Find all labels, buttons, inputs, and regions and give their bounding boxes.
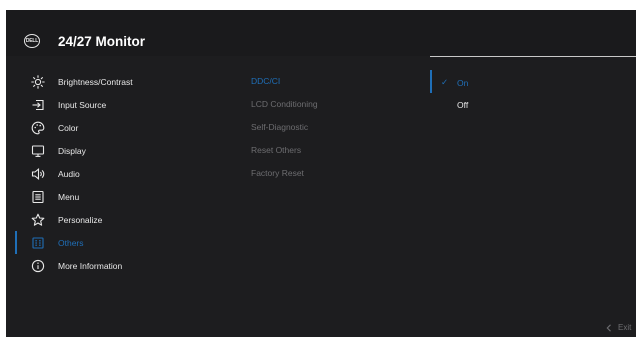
menu-item-label: More Information — [58, 260, 123, 271]
submenu-item-factory-reset[interactable]: Factory Reset — [251, 168, 304, 178]
menu-item-label: Personalize — [58, 214, 103, 225]
submenu-item-reset-others[interactable]: Reset Others — [251, 145, 301, 155]
option-off[interactable]: Off — [441, 100, 468, 110]
menu-item-label: Color — [58, 122, 79, 133]
submenu-item-lcd-conditioning[interactable]: LCD Conditioning — [251, 99, 318, 109]
menu-icon — [30, 189, 46, 205]
color-palette-icon — [30, 120, 46, 136]
menu-item-menu[interactable]: Menu — [6, 185, 246, 208]
display-icon — [30, 143, 46, 159]
checkmark-icon: ✓ — [441, 77, 449, 87]
submenu-item-self-diagnostic[interactable]: Self-Diagnostic — [251, 122, 308, 132]
osd-header: DELL 24/27 Monitor — [6, 10, 636, 56]
exit-label: Exit — [618, 323, 632, 332]
menu-item-brightness-contrast[interactable]: Brightness/Contrast — [6, 70, 246, 93]
menu-item-more-information[interactable]: More Information — [6, 254, 246, 277]
option-on[interactable]: ✓ On — [441, 77, 468, 88]
input-source-icon — [30, 97, 46, 113]
speaker-icon — [30, 166, 46, 182]
menu-item-label: Audio — [58, 168, 80, 179]
chevron-left-icon — [606, 323, 612, 332]
info-icon — [30, 258, 46, 274]
brightness-icon — [30, 74, 46, 90]
menu-item-personalize[interactable]: Personalize — [6, 208, 246, 231]
options-divider — [430, 56, 636, 57]
menu-item-audio[interactable]: Audio — [6, 162, 246, 185]
menu-item-color[interactable]: Color — [6, 116, 246, 139]
menu-item-display[interactable]: Display — [6, 139, 246, 162]
others-icon — [30, 235, 46, 251]
star-icon — [30, 212, 46, 228]
submenu-item-ddc-ci[interactable]: DDC/CI — [251, 76, 280, 86]
menu-item-label: Display — [58, 145, 86, 156]
menu-item-label: Input Source — [58, 99, 107, 110]
selected-option-indicator — [430, 70, 432, 93]
menu-item-label: Menu — [58, 191, 80, 202]
menu-item-input-source[interactable]: Input Source — [6, 93, 246, 116]
exit-button[interactable]: Exit — [606, 323, 631, 332]
menu-item-label: Brightness/Contrast — [58, 76, 133, 87]
menu-item-label: Others — [58, 237, 84, 248]
osd-title: 24/27 Monitor — [58, 34, 146, 49]
option-label: Off — [457, 100, 469, 110]
dell-logo: DELL — [24, 34, 40, 48]
monitor-osd: DELL 24/27 Monitor Brightness/Contrast I… — [6, 10, 636, 337]
menu-item-others[interactable]: Others — [6, 231, 246, 254]
option-label: On — [457, 77, 469, 88]
